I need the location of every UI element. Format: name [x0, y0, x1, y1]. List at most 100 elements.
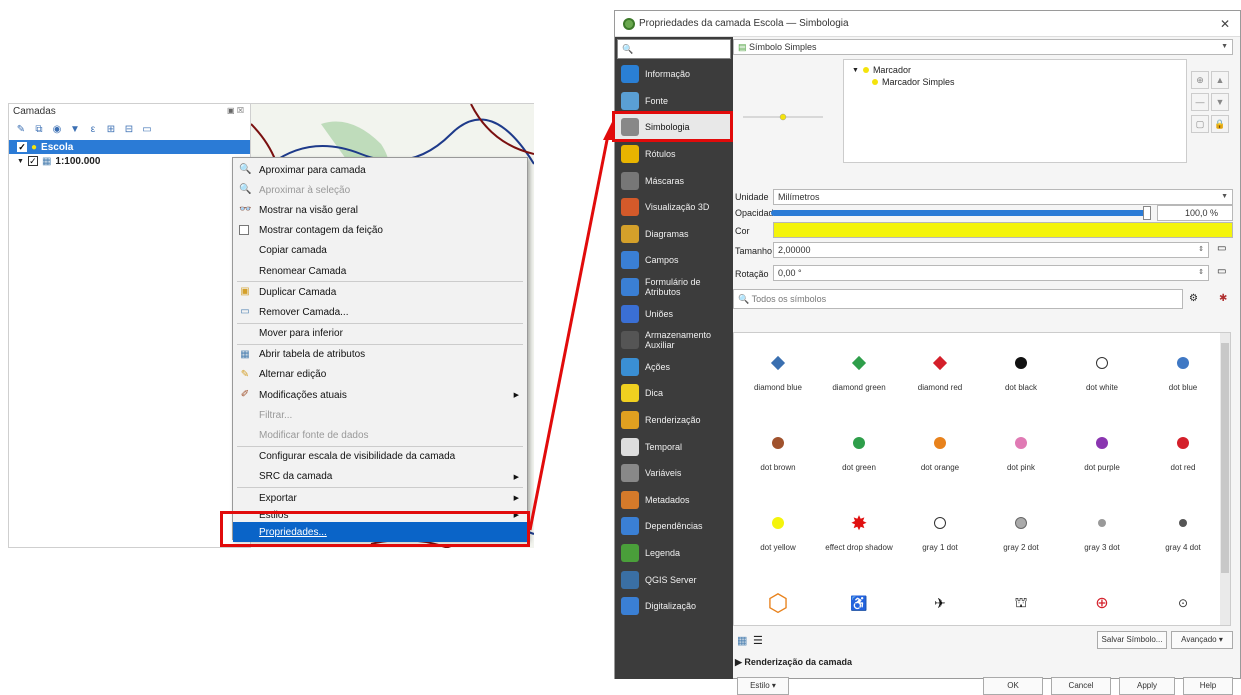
sidebar-search-input[interactable]: 🔍 [617, 39, 731, 59]
menu-item-show-feature-count[interactable]: Mostrar contagem da feição [233, 221, 527, 241]
sidebar-item-13[interactable]: Renderização [615, 407, 733, 434]
symbol-cell[interactable]: gray 2 dot [981, 503, 1061, 553]
menu-item-filter[interactable]: Filtrar... [233, 405, 527, 425]
expand-all-icon[interactable]: ⊞ [105, 124, 117, 136]
help-button[interactable]: Help [1183, 677, 1233, 695]
manage-visibility-icon[interactable]: ◉ [51, 124, 63, 136]
sidebar-item-4[interactable]: Máscaras [615, 167, 733, 194]
sidebar-item-11[interactable]: Ações [615, 354, 733, 381]
remove-layer-icon[interactable]: ▭ [141, 124, 153, 136]
sidebar-item-10[interactable]: Armazenamento Auxiliar [615, 327, 733, 354]
advanced-button[interactable]: Avançado ▾ [1171, 631, 1233, 649]
sidebar-item-15[interactable]: Variáveis [615, 460, 733, 487]
symbol-cell[interactable]: dot red [1143, 423, 1223, 473]
filter-icon[interactable]: ▼ [69, 124, 81, 136]
sidebar-item-20[interactable]: Digitalização [615, 593, 733, 620]
menu-item-open-attribute-table[interactable]: ▦ Abrir tabela de atributos [233, 345, 527, 365]
symbol-cell[interactable]: ⊙ [1143, 583, 1223, 623]
style-button[interactable]: Estilo ▾ [737, 677, 789, 695]
save-symbol-button[interactable]: Salvar Símbolo... [1097, 631, 1167, 649]
sidebar-item-9[interactable]: Uniões [615, 300, 733, 327]
symbol-cell[interactable]: ⬡ [738, 583, 818, 623]
list-view-icon[interactable]: ☰ [753, 634, 763, 647]
remove-symbol-layer-button[interactable]: ▲ [1211, 71, 1229, 89]
menu-item-change-data-source[interactable]: Modificar fonte de dados [233, 425, 527, 445]
symbol-cell[interactable]: gray 3 dot [1062, 503, 1142, 553]
open-library-icon[interactable]: ✱ [1219, 293, 1227, 304]
move-down-button[interactable]: ▼ [1211, 93, 1229, 111]
symbol-cell[interactable]: dot yellow [738, 503, 818, 553]
sidebar-item-3[interactable]: Rótulos [615, 141, 733, 168]
symbol-cell[interactable]: dot orange [900, 423, 980, 473]
symbol-cell[interactable]: ⊕ [1062, 583, 1142, 623]
symbol-search-input[interactable]: 🔍 Todos os símbolos [733, 289, 1183, 309]
filter-expression-icon[interactable]: ε [87, 124, 99, 136]
layer-visibility-checkbox[interactable]: ✓ [27, 156, 38, 166]
menu-item-copy-layer[interactable]: Copiar camada [233, 241, 527, 261]
layer-rendering-section[interactable]: ▶ Renderização da camada [735, 657, 852, 668]
menu-item-toggle-editing[interactable]: ✎ Alternar edição [233, 365, 527, 385]
layer-row-escola[interactable]: ✓ ● Marcador Escola [9, 140, 250, 154]
menu-item-export[interactable]: Exportar ▶ [233, 488, 527, 508]
close-icon[interactable]: ✕ [1220, 17, 1230, 31]
add-symbol-layer-button[interactable]: ⊕ [1191, 71, 1209, 89]
duplicate-symbol-layer-button[interactable]: — [1191, 93, 1209, 111]
lock-button[interactable]: 🔒 [1211, 115, 1229, 133]
menu-item-current-edits[interactable]: ✐ Modificações atuais ▶ [233, 385, 527, 405]
add-group-icon[interactable]: ⧉ [33, 124, 45, 136]
symbol-cell[interactable]: dot purple [1062, 423, 1142, 473]
icon-view-icon[interactable]: ▦ [737, 634, 747, 647]
data-defined-override-icon[interactable]: ▭ [1217, 243, 1226, 254]
symbol-gallery[interactable]: diamond blue diamond green diamond red dot … [733, 332, 1231, 626]
symbol-cell[interactable]: dot brown [738, 423, 818, 473]
opacity-spinbox[interactable]: 100,0 % [1157, 205, 1233, 221]
symbol-cell[interactable]: dot white [1062, 343, 1142, 393]
spin-arrows-icon[interactable]: ⇕ [1198, 243, 1204, 257]
style-manager-icon[interactable]: ✎ [15, 124, 27, 136]
cancel-button[interactable]: Cancel [1051, 677, 1111, 695]
symbol-cell[interactable]: diamond blue [738, 343, 818, 393]
menu-item-show-in-overview[interactable]: 👓 Mostrar na visão geral [233, 200, 527, 220]
symbol-cell[interactable]: gray 4 dot [1143, 503, 1223, 553]
sidebar-item-12[interactable]: Dica [615, 380, 733, 407]
sidebar-item-6[interactable]: Diagramas [615, 221, 733, 248]
sidebar-item-14[interactable]: Temporal [615, 433, 733, 460]
menu-item-set-scale-visibility[interactable]: Configurar escala de visibilidade da cam… [233, 447, 527, 467]
symbol-cell[interactable]: dot black [981, 343, 1061, 393]
symbol-layer-tree[interactable]: ▼ Marcador Marcador Simples [843, 59, 1187, 163]
tree-item-simple-marker[interactable]: Marcador Simples [844, 76, 1186, 88]
menu-item-duplicate-layer[interactable]: ▣ Duplicar Camada [233, 282, 527, 302]
checkbox-icon[interactable] [239, 224, 249, 235]
menu-item-remove-layer[interactable]: ▭ Remover Camada... [233, 302, 527, 322]
sidebar-item-5[interactable]: Visualização 3D [615, 194, 733, 221]
symbol-cell[interactable]: dot blue [1143, 343, 1223, 393]
symbol-cell[interactable]: dot pink [981, 423, 1061, 473]
symbol-cell[interactable]: ⛫ [981, 583, 1061, 623]
size-spinbox[interactable]: 2,00000 ⇕ [773, 242, 1209, 258]
symbol-cell[interactable]: diamond red [900, 343, 980, 393]
apply-button[interactable]: Apply [1119, 677, 1175, 695]
sidebar-item-19[interactable]: QGIS Server [615, 566, 733, 593]
sidebar-item-8[interactable]: Formulário de Atributos [615, 274, 733, 301]
expand-arrow-icon[interactable]: ▼ [17, 158, 24, 165]
menu-item-zoom-to-selection[interactable]: 🔍 Aproximar à seleção [233, 180, 527, 200]
sidebar-item-0[interactable]: Informação [615, 61, 733, 88]
sidebar-item-17[interactable]: Dependências [615, 513, 733, 540]
lock-color-button[interactable]: ▢ [1191, 115, 1209, 133]
symbol-cell[interactable]: ✈ [900, 583, 980, 623]
symbol-cell[interactable]: dot green [819, 423, 899, 473]
symbol-cell[interactable]: gray 1 dot [900, 503, 980, 553]
color-button[interactable] [773, 222, 1233, 238]
menu-item-zoom-to-layer[interactable]: 🔍 Aproximar para camada [233, 160, 527, 180]
sidebar-item-7[interactable]: Campos [615, 247, 733, 274]
data-defined-override-icon[interactable]: ▭ [1217, 266, 1226, 277]
layer-row-raster[interactable]: ▼ ✓ ▦ 1:100.000 [9, 154, 250, 168]
sidebar-item-18[interactable]: Legenda [615, 540, 733, 567]
spin-arrows-icon[interactable]: ⇕ [1198, 266, 1204, 280]
renderer-select[interactable]: ▤ Símbolo Simples ▼ [733, 39, 1233, 55]
panel-window-buttons[interactable]: ▣ ☒ [227, 106, 244, 115]
rotation-spinbox[interactable]: 0,00 ° ⇕ [773, 265, 1209, 281]
style-manager-icon[interactable]: ⚙ [1189, 293, 1198, 304]
sidebar-item-16[interactable]: Metadados [615, 487, 733, 514]
opacity-slider[interactable] [771, 206, 1151, 220]
